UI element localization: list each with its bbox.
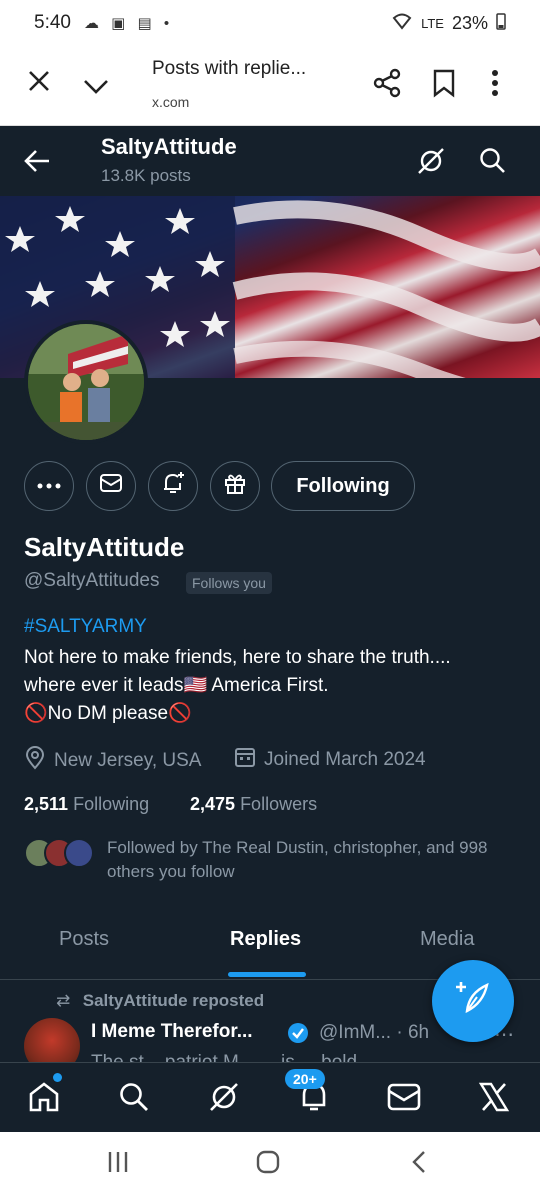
following-count-link[interactable]: 2,511 Following — [24, 794, 149, 815]
profile-location: New Jersey, USA — [24, 746, 201, 776]
joined-text: Joined March 2024 — [264, 749, 426, 770]
gift-button[interactable] — [210, 461, 260, 511]
home-button-icon[interactable] — [256, 1150, 280, 1181]
browser-url: x.com — [152, 94, 190, 110]
notifications-badge: 20+ — [285, 1069, 325, 1089]
status-right: LTE 23% — [391, 12, 506, 35]
feather-plus-icon — [455, 979, 491, 1023]
tab-replies[interactable]: Replies — [230, 928, 301, 951]
home-icon[interactable] — [22, 1075, 66, 1119]
system-navigation-bar — [0, 1132, 540, 1200]
profile-display-name: SaltyAttitude — [24, 532, 185, 562]
battery-icon — [496, 12, 506, 35]
messages-envelope-icon[interactable] — [382, 1075, 426, 1119]
tab-posts[interactable]: Posts — [59, 928, 109, 951]
active-tab-indicator — [228, 972, 306, 977]
bell-plus-icon — [160, 470, 186, 502]
back-arrow-icon[interactable] — [22, 140, 54, 180]
bookmark-icon[interactable] — [432, 68, 456, 103]
header-profile-name: SaltyAttitude — [101, 134, 237, 159]
following-button[interactable]: Following — [271, 461, 415, 511]
search-icon[interactable] — [478, 146, 508, 181]
share-icon[interactable] — [372, 68, 402, 103]
repost-label: SaltyAttitude reposted — [82, 991, 265, 1010]
close-icon[interactable] — [26, 68, 52, 101]
avatar — [64, 838, 94, 868]
repost-icon: ⇄ — [56, 991, 71, 1010]
envelope-icon — [99, 473, 123, 499]
compose-post-button[interactable] — [432, 960, 514, 1042]
following-count: 2,511 — [24, 794, 69, 814]
screen: 5:40 ☁ ▣ ▤ • LTE 23% Posts with replie..… — [0, 0, 540, 1200]
home-unread-dot — [53, 1073, 62, 1082]
more-options-button[interactable] — [24, 461, 74, 511]
followers-count-link[interactable]: 2,475 Followers — [190, 794, 317, 815]
repost-indicator: ⇄ SaltyAttitude reposted — [56, 991, 264, 1011]
grok-nav-icon[interactable] — [202, 1075, 246, 1119]
following-label: Following — [73, 794, 150, 814]
recents-icon[interactable] — [106, 1150, 130, 1181]
status-bar: 5:40 ☁ ▣ ▤ • LTE 23% — [0, 0, 540, 48]
calendar-icon — [234, 746, 256, 774]
gift-icon — [223, 471, 247, 501]
grok-icon[interactable] — [416, 146, 446, 181]
followers-label: Followers — [240, 794, 318, 814]
location-pin-icon — [24, 746, 46, 776]
followed-by-text[interactable]: Followed by The Real Dustin, christopher… — [107, 836, 507, 884]
status-time: 5:40 — [34, 12, 71, 33]
notifications-subscribe-button[interactable] — [148, 461, 198, 511]
browser-page-title: Posts with replie... — [152, 58, 307, 79]
profile-avatar[interactable] — [24, 320, 148, 444]
profile-header: SaltyAttitude 13.8K posts — [0, 126, 540, 196]
header-post-count: 13.8K posts — [101, 166, 191, 185]
x-logo-icon[interactable] — [472, 1075, 516, 1119]
follows-you-badge: Follows you — [186, 572, 272, 594]
wifi-icon — [391, 12, 413, 35]
chevron-down-icon[interactable] — [82, 72, 110, 103]
bio-hashtag[interactable]: #SALTYARMY — [24, 616, 147, 638]
post-author-name[interactable]: I Meme Therefor... — [91, 1021, 253, 1043]
post-handle-time: @ImM... · 6h — [319, 1022, 430, 1043]
tab-media[interactable]: Media — [420, 928, 474, 951]
browser-toolbar: Posts with replie... x.com — [0, 48, 540, 126]
back-icon[interactable] — [410, 1150, 428, 1181]
battery-label: 23% — [451, 13, 488, 33]
verified-badge-icon — [287, 1022, 309, 1049]
bio-line: where ever it leads🇺🇸 America First. — [24, 675, 329, 696]
signal-icon: LTE — [421, 16, 444, 31]
profile-bio: Not here to make friends, here to share … — [24, 644, 524, 728]
profile-handle: @SaltyAttitudes — [24, 570, 160, 591]
followers-count: 2,475 — [190, 794, 236, 814]
bio-line: Not here to make friends, here to share … — [24, 647, 451, 668]
bottom-navigation: 20+ — [0, 1062, 540, 1132]
profile-joined: Joined March 2024 — [234, 746, 426, 774]
explore-search-icon[interactable] — [112, 1075, 156, 1119]
followed-by-avatars — [24, 838, 94, 870]
message-button[interactable] — [86, 461, 136, 511]
location-text: New Jersey, USA — [54, 750, 202, 771]
status-notification-icons: ☁ ▣ ▤ • — [84, 15, 174, 32]
more-vertical-icon[interactable] — [490, 68, 500, 103]
bio-line: 🚫No DM please🚫 — [24, 703, 192, 724]
